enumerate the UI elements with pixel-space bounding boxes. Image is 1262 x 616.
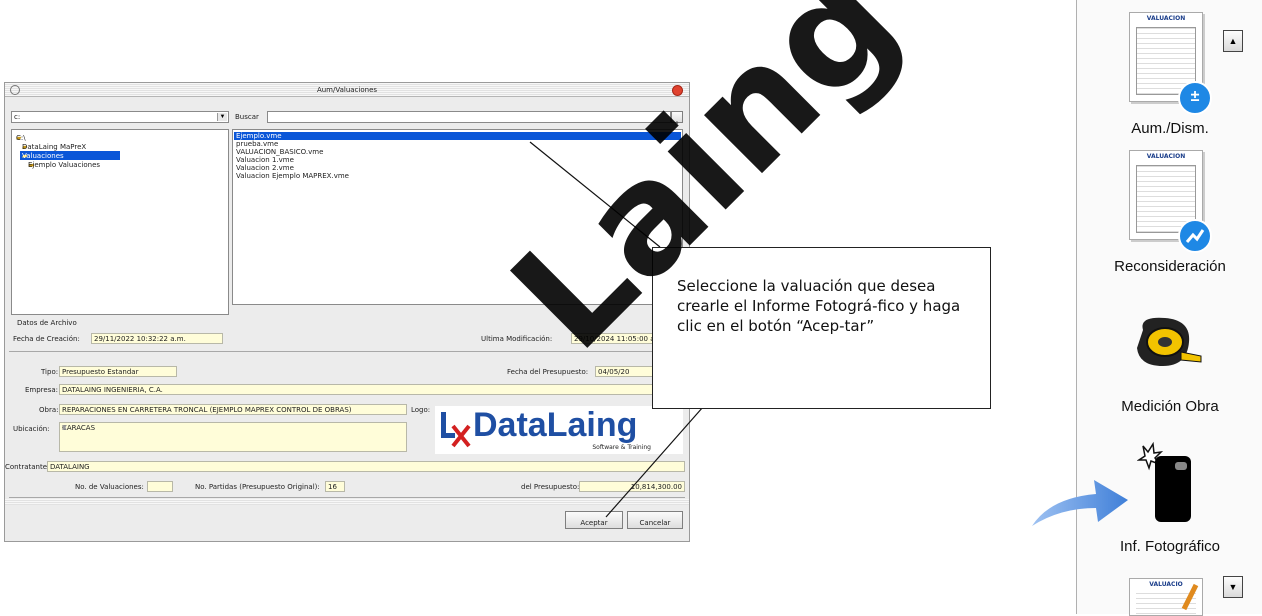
toolbar-item-medicion-obra[interactable]: Medición Obra — [1077, 290, 1262, 428]
scroll-down-button[interactable]: ▼ — [1223, 576, 1243, 598]
plus-minus-icon: ± — [1178, 81, 1212, 115]
valuation-doc-plus-icon: VALUACION ± — [1129, 12, 1212, 115]
chevron-down-icon: ▼ — [1228, 582, 1238, 592]
trend-up-icon — [1178, 219, 1212, 253]
doc-title: VALUACION — [1146, 153, 1186, 160]
toolbar-item-label: Reconsideración — [1114, 258, 1226, 275]
doc-title: VALUACION — [1146, 15, 1186, 22]
instruction-callout: Seleccione la valuación que desea crearl… — [652, 247, 991, 409]
toolbar-item-next[interactable]: VALUACIO — [1129, 578, 1203, 616]
toolbar-item-label: Inf. Fotográfico — [1119, 538, 1221, 555]
callout-text: Seleccione la valuación que desea crearl… — [677, 277, 961, 335]
toolbar-item-reconsideracion[interactable]: VALUACION Reconsideración — [1077, 146, 1262, 280]
valuation-doc-chart-icon: VALUACION — [1129, 150, 1212, 253]
phone-camera-icon — [1137, 441, 1191, 522]
toolbar-item-aum-disminucion[interactable]: VALUACION ± Aum./Dism. — [1077, 8, 1262, 146]
toolbar-item-label: Medición Obra — [1121, 398, 1219, 415]
arrow-pointer-icon — [1032, 480, 1128, 526]
toolbar-item-label: Aum./Dism. — [1131, 120, 1209, 137]
tape-measure-icon — [1137, 317, 1202, 366]
pencil-icon — [1181, 583, 1199, 611]
